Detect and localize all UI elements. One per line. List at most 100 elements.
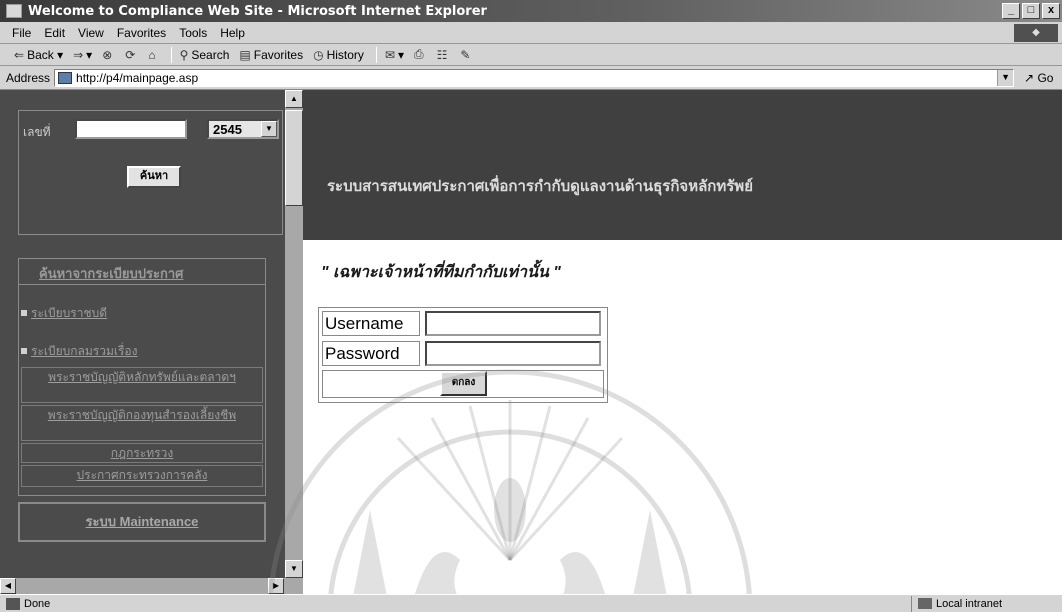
ok-button[interactable]: ตกลง (440, 371, 487, 396)
scroll-right-icon[interactable]: ▶ (268, 578, 284, 594)
intranet-icon (917, 598, 932, 609)
security-zone: Local intranet (910, 595, 1002, 612)
pen-icon: ✎ (460, 47, 471, 62)
link-securities-act[interactable]: พระราชบัญญัติหลักทรัพย์และตลาดฯ (48, 370, 236, 384)
search-label: Search (191, 47, 230, 62)
link-cell-4: พระราชบัญญัติกองทุนสำรองเลี้ยงชีพ (21, 405, 263, 441)
go-label: Go (1037, 70, 1054, 85)
history-label: History (326, 47, 364, 62)
close-button[interactable]: x (1042, 3, 1060, 19)
password-label: Password (322, 341, 420, 366)
site-heading: ระบบสารสนเทศประกาศเพื่อการกำกับดูแลงานด้… (327, 178, 753, 195)
back-arrow-icon: ⇐ (14, 47, 25, 62)
left-frame: เลขที่ 2545 ▼ ค้นหา ค้นหาจากระเบียบประกา… (0, 90, 285, 578)
ie-icon (6, 4, 22, 18)
menu-file[interactable]: File (12, 26, 31, 40)
year-select[interactable]: 2545 ▼ (207, 119, 279, 139)
home-button[interactable]: ⌂ (148, 48, 158, 62)
refresh-icon: ⟳ (125, 47, 136, 62)
year-value: 2545 (213, 121, 242, 137)
toolbar: ⇐ Back ▾ ⇒ ▾ ⊗ ⟳ ⌂ ⚲ Search ▤ Favorites ◷ His… (0, 44, 1062, 66)
window-title: Welcome to Compliance Web Site - Microso… (28, 3, 487, 19)
refresh-button[interactable]: ⟳ (125, 48, 138, 62)
address-field[interactable]: http://p4/mainpage.asp ▼ (54, 68, 1015, 87)
link-ministerial-regulation[interactable]: กฎกระทรวง (111, 446, 173, 460)
staff-only-note: " เฉพาะเจ้าหน้าที่ทีมกำกับเท่านั้น " (321, 264, 561, 281)
search-panel: เลขที่ 2545 ▼ ค้นหา (18, 110, 283, 235)
favorites-label: Favorites (253, 47, 304, 62)
status-text: Done (24, 597, 51, 610)
maximize-button[interactable]: □ (1022, 3, 1040, 19)
print-button[interactable]: ⎙ (414, 47, 427, 62)
mail-icon: ✉ (384, 47, 395, 62)
menu-bar: File Edit View Favorites Tools Help ◆ (0, 22, 1062, 44)
search-icon: ⚲ (179, 47, 189, 62)
bullet-icon (21, 310, 27, 316)
chevron-down-icon: ▼ (261, 121, 277, 137)
address-url: http://p4/mainpage.asp (76, 70, 199, 85)
scroll-left-icon[interactable]: ◀ (0, 578, 16, 594)
link-cell-6: ประกาศกระทรวงการคลัง (21, 465, 263, 487)
back-button[interactable]: ⇐ Back ▾ (14, 48, 63, 62)
vertical-scrollbar[interactable]: ▲ ▼ (285, 90, 303, 578)
password-input[interactable] (425, 341, 601, 366)
page-icon (58, 71, 73, 84)
scroll-thumb[interactable] (285, 110, 303, 206)
toolbar-separator (170, 46, 172, 63)
tool-button[interactable]: ✎ (460, 48, 473, 62)
login-form: Username Password ตกลง (318, 307, 608, 403)
regulation-menu-header: ค้นหาจากระเบียบประกาศ (19, 259, 265, 285)
go-arrow-icon: ↗ (1024, 70, 1035, 85)
menu-favorites[interactable]: Favorites (117, 26, 166, 40)
menu-view[interactable]: View (78, 26, 104, 40)
discuss-button[interactable]: ☷ (437, 48, 451, 62)
page-status-icon (6, 597, 20, 610)
go-button[interactable]: ↗ Go (1024, 71, 1053, 85)
favorites-folder-icon: ▤ (239, 47, 251, 62)
search-submit-button[interactable]: ค้นหา (127, 166, 181, 188)
forward-arrow-icon: ⇒ (73, 47, 84, 62)
throbber-logo: ◆ (1014, 23, 1058, 42)
print-icon: ⎙ (414, 47, 424, 61)
status-bar: Done Local intranet (0, 594, 1062, 612)
address-label: Address (6, 70, 51, 85)
history-button[interactable]: ◷ History (313, 48, 364, 62)
site-banner: ระบบสารสนเทศประกาศเพื่อการกำกับดูแลงานด้… (303, 90, 1062, 240)
link-regulation-2[interactable]: ระเบียบกลมรวมเรื่อง (31, 342, 138, 361)
number-label: เลขที่ (23, 125, 51, 139)
link-cell-3: พระราชบัญญัติหลักทรัพย์และตลาดฯ (21, 367, 263, 403)
menu-help[interactable]: Help (220, 26, 245, 40)
link-provident-fund-act[interactable]: พระราชบัญญัติกองทุนสำรองเลี้ยงชีพ (48, 408, 236, 422)
discuss-icon: ☷ (436, 47, 448, 62)
title-bar: Welcome to Compliance Web Site - Microso… (0, 0, 1062, 22)
regulation-menu: ค้นหาจากระเบียบประกาศ ระเบียบราชบดี ระเบ… (18, 258, 266, 496)
search-button[interactable]: ⚲ Search (180, 48, 230, 62)
mail-button[interactable]: ✉ ▾ (385, 48, 404, 62)
link-regulation-1[interactable]: ระเบียบราชบดี (31, 304, 107, 323)
username-label: Username (322, 311, 420, 336)
home-icon: ⌂ (148, 47, 156, 62)
address-dropdown-arrow-icon[interactable]: ▼ (997, 69, 1014, 86)
address-bar: Address http://p4/mainpage.asp ▼ ↗ Go (0, 66, 1062, 90)
toolbar-separator (375, 46, 377, 63)
maintenance-link[interactable]: ระบบ Maintenance (18, 502, 266, 542)
zone-label: Local intranet (935, 597, 1002, 610)
favorites-button[interactable]: ▤ Favorites (239, 48, 303, 62)
horizontal-scrollbar[interactable]: ◀ ▶ (0, 578, 303, 594)
forward-button[interactable]: ⇒ ▾ (73, 48, 92, 62)
minimize-button[interactable]: _ (1002, 3, 1020, 19)
username-input[interactable] (425, 311, 601, 336)
bullet-icon (21, 348, 27, 354)
link-finance-ministry-notice[interactable]: ประกาศกระทรวงการคลัง (77, 468, 208, 482)
link-cell-5: กฎกระทรวง (21, 443, 263, 463)
main-frame: ระบบสารสนเทศประกาศเพื่อการกำกับดูแลงานด้… (303, 90, 1062, 594)
scroll-down-icon[interactable]: ▼ (285, 560, 303, 578)
menu-tools[interactable]: Tools (179, 26, 207, 40)
number-search-input[interactable] (75, 119, 187, 139)
stop-button[interactable]: ⊗ (102, 48, 115, 62)
menu-edit[interactable]: Edit (44, 26, 65, 40)
scroll-up-icon[interactable]: ▲ (285, 90, 303, 108)
back-label: Back (27, 47, 54, 62)
stop-icon: ⊗ (102, 47, 113, 62)
history-icon: ◷ (313, 47, 324, 62)
